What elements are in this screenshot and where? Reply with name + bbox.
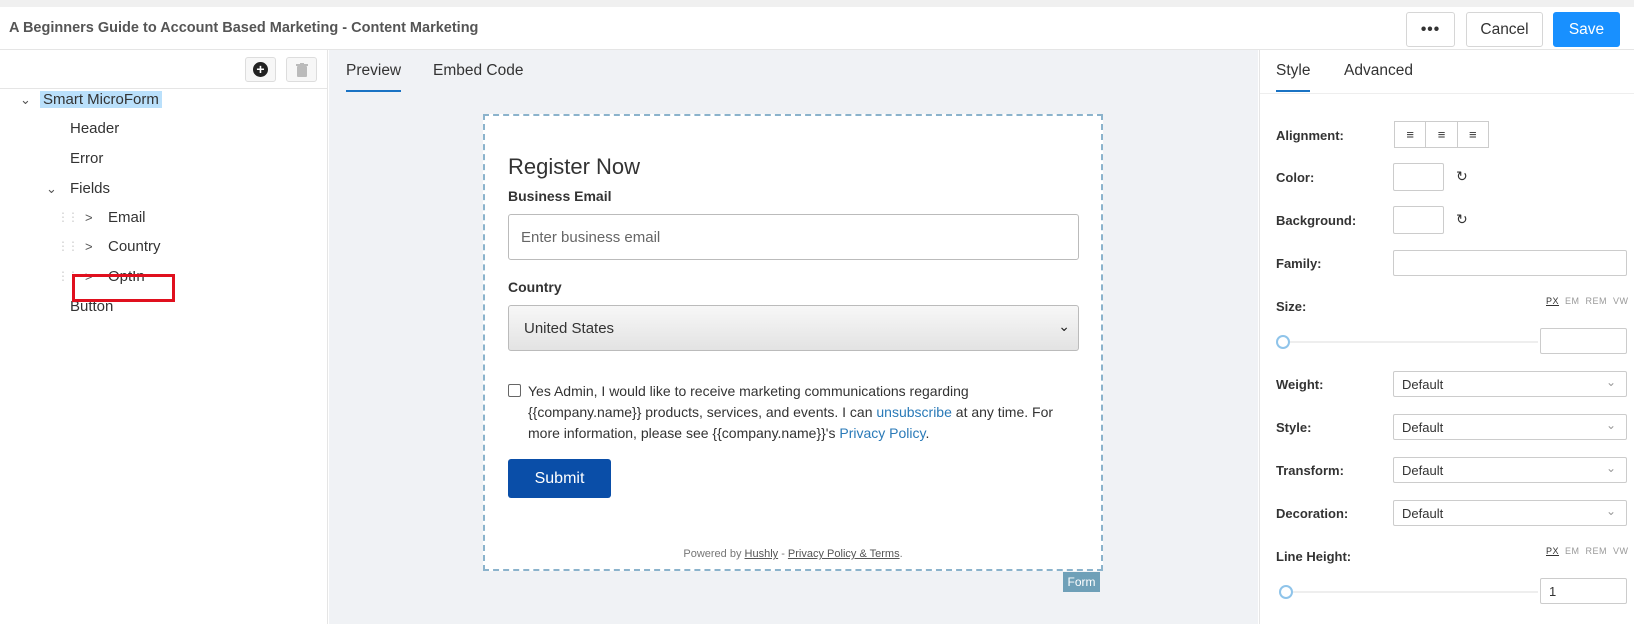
unit-em[interactable]: EM xyxy=(1565,546,1580,556)
drag-handle-icon[interactable]: ⋮⋮ xyxy=(57,239,79,253)
tree-toolbar: + xyxy=(0,50,328,89)
chevron-down-icon: ⌄ xyxy=(1605,461,1616,475)
page-title: A Beginners Guide to Account Based Marke… xyxy=(9,20,479,36)
unit-rem[interactable]: REM xyxy=(1586,546,1608,556)
line-height-input[interactable]: 1 xyxy=(1540,578,1627,604)
alignment-label: Alignment: xyxy=(1276,128,1344,143)
tab-advanced[interactable]: Advanced xyxy=(1344,62,1413,92)
unit-px[interactable]: PX xyxy=(1546,296,1559,306)
tree-item-fields[interactable]: Fields xyxy=(70,177,110,201)
unit-rem[interactable]: REM xyxy=(1586,296,1608,306)
weight-label: Weight: xyxy=(1276,377,1324,392)
terms-link[interactable]: Privacy Policy & Terms xyxy=(788,548,900,560)
size-slider-track[interactable] xyxy=(1284,341,1538,343)
submit-button[interactable]: Submit xyxy=(508,459,611,498)
add-element-button[interactable]: + xyxy=(245,57,276,82)
chevron-down-icon: ⌄ xyxy=(1605,418,1616,432)
plus-circle-icon: + xyxy=(253,62,268,77)
powered-by: Powered by Hushly - Privacy Policy & Ter… xyxy=(683,548,903,560)
weight-select[interactable]: Default ⌄ xyxy=(1393,371,1627,397)
decoration-label: Decoration: xyxy=(1276,506,1349,521)
reset-icon[interactable]: ↻ xyxy=(1456,211,1468,228)
cancel-button[interactable]: Cancel xyxy=(1466,12,1543,47)
line-height-label: Line Height: xyxy=(1276,549,1352,564)
color-label: Color: xyxy=(1276,170,1315,185)
background-swatch[interactable] xyxy=(1393,206,1444,234)
chevron-down-icon[interactable]: ⌄ xyxy=(46,181,57,197)
decoration-select[interactable]: Default ⌄ xyxy=(1393,500,1627,526)
form-preview[interactable]: Register Now Business Email Enter busine… xyxy=(483,114,1103,571)
preview-area: Preview Embed Code Register Now Business… xyxy=(329,50,1258,624)
family-label: Family: xyxy=(1276,256,1322,271)
unit-px[interactable]: PX xyxy=(1546,546,1559,556)
email-label: Business Email xyxy=(508,188,612,204)
optin-checkbox[interactable] xyxy=(508,384,521,397)
tree-item-error[interactable]: Error xyxy=(70,147,103,171)
trash-icon xyxy=(295,62,308,77)
align-left-icon[interactable]: ≡ xyxy=(1395,122,1427,147)
optin-field: Yes Admin, I would like to receive marke… xyxy=(508,381,1068,444)
country-label: Country xyxy=(508,279,562,295)
size-slider-handle[interactable] xyxy=(1276,335,1290,349)
chevron-down-icon: ⌄ xyxy=(1605,375,1616,389)
preview-tabs: Preview Embed Code xyxy=(329,50,1258,94)
chevron-down-icon: ⌄ xyxy=(1058,318,1070,334)
unit-vw[interactable]: VW xyxy=(1613,296,1629,306)
chevron-right-icon[interactable]: > xyxy=(85,239,93,254)
transform-select[interactable]: Default ⌄ xyxy=(1393,457,1627,483)
hushly-link[interactable]: Hushly xyxy=(745,548,779,560)
tree-item-smart-microform[interactable]: Smart MicroForm xyxy=(40,88,162,112)
transform-label: Transform: xyxy=(1276,463,1344,478)
unit-vw[interactable]: VW xyxy=(1613,546,1629,556)
chevron-right-icon[interactable]: > xyxy=(85,210,93,225)
properties-panel: Style Advanced Alignment: ≡ ≡ ≡ Color: ↻… xyxy=(1259,50,1634,624)
delete-element-button[interactable] xyxy=(286,57,317,82)
tree-item-email[interactable]: Email xyxy=(108,206,146,230)
align-center-icon[interactable]: ≡ xyxy=(1426,122,1458,147)
style-select[interactable]: Default ⌄ xyxy=(1393,414,1627,440)
optin-text: Yes Admin, I would like to receive marke… xyxy=(528,383,1054,441)
line-height-slider-track[interactable] xyxy=(1284,591,1538,593)
family-input[interactable] xyxy=(1393,250,1627,276)
line-height-slider-handle[interactable] xyxy=(1279,585,1293,599)
tree-item-header[interactable]: Header xyxy=(70,117,119,141)
line-height-units: PX EM REM VW xyxy=(1546,546,1634,556)
form-title: Register Now xyxy=(508,154,641,179)
chevron-down-icon: ⌄ xyxy=(1605,504,1616,518)
top-bar: A Beginners Guide to Account Based Marke… xyxy=(0,0,1634,50)
form-tag-badge: Form xyxy=(1063,572,1100,592)
email-field[interactable]: Enter business email xyxy=(508,214,1079,260)
tab-embed-code[interactable]: Embed Code xyxy=(433,62,523,92)
size-input[interactable] xyxy=(1540,328,1627,354)
tab-preview[interactable]: Preview xyxy=(346,62,402,92)
background-label: Background: xyxy=(1276,213,1357,228)
size-units: PX EM REM VW xyxy=(1546,296,1634,306)
size-label: Size: xyxy=(1276,299,1307,314)
tree-item-country[interactable]: Country xyxy=(108,235,161,259)
structure-panel: + ⌄ Smart MicroForm Header Error ⌄ Field… xyxy=(0,50,328,624)
reset-icon[interactable]: ↻ xyxy=(1456,168,1468,185)
country-select-value: United States xyxy=(524,319,615,337)
tab-style[interactable]: Style xyxy=(1276,62,1311,92)
style-label: Style: xyxy=(1276,420,1312,435)
save-button[interactable]: Save xyxy=(1553,12,1620,47)
alignment-group: ≡ ≡ ≡ xyxy=(1394,121,1489,148)
highlight-box xyxy=(72,274,175,302)
privacy-policy-link[interactable]: Privacy Policy xyxy=(839,425,925,441)
more-button[interactable]: ••• xyxy=(1406,12,1455,47)
color-swatch[interactable] xyxy=(1393,163,1444,191)
align-right-icon[interactable]: ≡ xyxy=(1458,122,1488,147)
unit-em[interactable]: EM xyxy=(1565,296,1580,306)
chevron-down-icon[interactable]: ⌄ xyxy=(20,92,31,108)
country-select[interactable]: United States ⌄ xyxy=(508,305,1079,351)
unsubscribe-link[interactable]: unsubscribe xyxy=(876,404,952,420)
drag-handle-icon[interactable]: ⋮⋮ xyxy=(57,210,79,224)
